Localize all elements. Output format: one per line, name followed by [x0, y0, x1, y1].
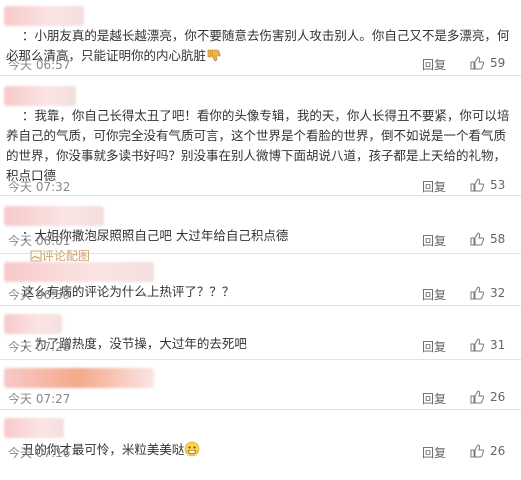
reply-button[interactable]: 回复 [422, 338, 446, 355]
reply-button[interactable]: 回复 [422, 178, 446, 195]
like-button[interactable]: 26 [470, 444, 505, 458]
thumbs-down-emoji-icon [207, 49, 221, 62]
reply-button[interactable]: 回复 [422, 286, 446, 303]
comment-time: 今天 06:59 [8, 288, 71, 302]
thumbs-up-icon [470, 444, 484, 458]
comment-item: 丑的你才最可怜，米粒美美哒 今天 07:16 回复 26 [0, 410, 521, 470]
thumbs-up-icon [470, 286, 484, 300]
like-button[interactable]: 59 [470, 56, 505, 70]
reply-button[interactable]: 回复 [422, 390, 446, 407]
grin-emoji-icon [185, 441, 200, 457]
comment-item: ：小朋友真的是越长越漂亮，你不要随意去伤害别人攻击别人。你自己又不是多漂亮，何必… [0, 0, 521, 76]
thumbs-up-icon [470, 390, 484, 404]
reply-button[interactable]: 回复 [422, 56, 446, 73]
like-count: 53 [490, 178, 506, 192]
comment-time: 今天 06:01 [8, 234, 71, 248]
like-button[interactable]: 32 [470, 286, 505, 300]
comment-item: ：大姐你撒泡尿照照自己吧 大过年给自己积点德 评论配图 今天 06:01 回复 … [0, 196, 521, 263]
comment-time: 今天 07:28 [8, 340, 71, 354]
thumbs-up-icon [470, 56, 484, 70]
comment-time: 今天 06:57 [8, 58, 71, 72]
comment-time: 今天 07:32 [8, 180, 71, 194]
comment-time: 今天 07:27 [8, 392, 71, 406]
comment-text-content: ：我靠，你自己长得太丑了吧！看你的头像专辑，我的天，你人长得丑不要紧，你可以培养… [6, 108, 510, 183]
thumbs-up-icon [470, 178, 484, 192]
like-count: 58 [490, 232, 506, 246]
comment-item: ：为了蹭热度，没节操，大过年的去死吧 今天 07:28 回复 31 [0, 306, 521, 360]
like-count: 31 [490, 338, 506, 352]
like-count: 59 [490, 56, 506, 70]
reply-button[interactable]: 回复 [422, 444, 446, 461]
like-button[interactable]: 31 [470, 338, 505, 352]
comment-item: 今天 07:27 回复 26 [0, 360, 521, 410]
like-count: 26 [490, 444, 506, 458]
comment-item: 这么有病的评论为什么上热评了？？？ 今天 06:59 回复 32 [0, 254, 521, 306]
like-button[interactable]: 58 [470, 232, 505, 246]
like-button[interactable]: 26 [470, 390, 505, 404]
like-count: 32 [490, 286, 506, 300]
reply-button[interactable]: 回复 [422, 232, 446, 249]
thumbs-up-icon [470, 338, 484, 352]
comment-time: 今天 07:16 [8, 446, 71, 460]
like-count: 26 [490, 390, 506, 404]
thumbs-up-icon [470, 232, 484, 246]
comment-item: ：我靠，你自己长得太丑了吧！看你的头像专辑，我的天，你人长得丑不要紧，你可以培养… [0, 76, 521, 196]
like-button[interactable]: 53 [470, 178, 505, 192]
comment-text: ：小朋友真的是越长越漂亮，你不要随意去伤害别人攻击别人。你自己又不是多漂亮，何必… [6, 6, 513, 86]
